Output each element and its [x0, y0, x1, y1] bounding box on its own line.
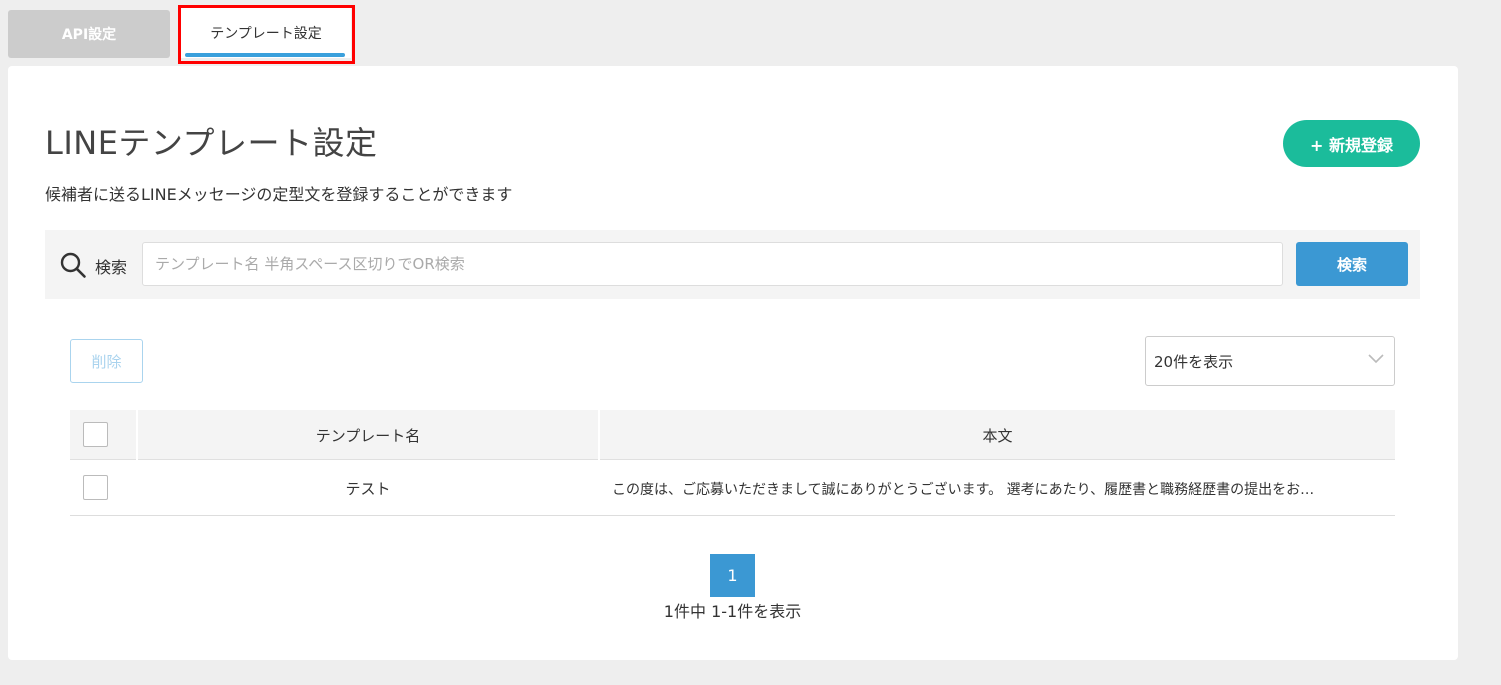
tab-api-settings-label: API設定: [61, 27, 117, 43]
row-template-name[interactable]: テスト: [138, 462, 598, 515]
row-divider: [70, 515, 1395, 516]
search-icon: [60, 252, 86, 278]
search-input[interactable]: [142, 242, 1283, 286]
page-title: LINEテンプレート設定: [45, 124, 378, 162]
select-all-checkbox[interactable]: [83, 422, 108, 447]
tab-template-settings[interactable]: テンプレート設定: [181, 8, 351, 58]
column-header-body[interactable]: 本文: [600, 410, 1395, 460]
search-label: 検索: [95, 258, 128, 277]
search-button[interactable]: 検索: [1296, 242, 1408, 286]
row-template-body[interactable]: この度は、ご応募いただきまして誠にありがとうございます。 選考にあたり、履歴書と…: [612, 462, 1387, 515]
new-register-button[interactable]: + 新規登録: [1283, 120, 1420, 167]
tab-api-settings[interactable]: API設定: [8, 10, 170, 58]
column-header-template-name[interactable]: テンプレート名: [138, 410, 598, 460]
delete-button[interactable]: 削除: [70, 339, 143, 383]
tab-template-settings-label: テンプレート設定: [210, 26, 322, 42]
row-checkbox[interactable]: [83, 475, 108, 500]
pagination-page-1[interactable]: 1: [710, 554, 755, 597]
chevron-down-icon: [1368, 354, 1384, 364]
page-size-value: 20件を表示: [1154, 352, 1234, 371]
page-description: 候補者に送るLINEメッセージの定型文を登録することができます: [45, 185, 513, 204]
page-size-select[interactable]: 20件を表示: [1145, 336, 1395, 386]
pagination-summary: 1件中 1-1件を表示: [663, 602, 802, 621]
active-tab-indicator: [185, 53, 345, 57]
